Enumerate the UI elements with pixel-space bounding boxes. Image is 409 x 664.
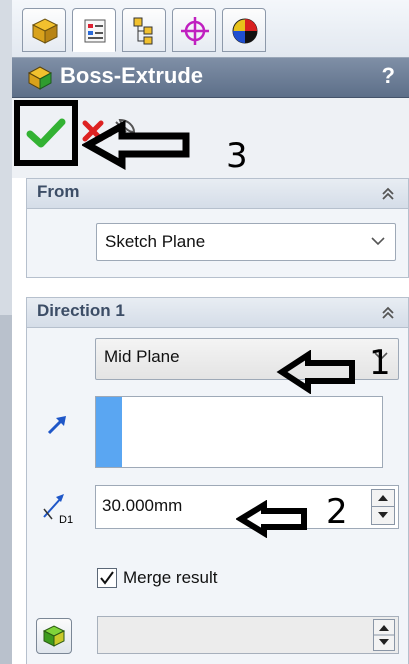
from-selected-value: Sketch Plane (105, 232, 206, 251)
property-manager-icon (84, 19, 106, 43)
checkmark-icon (100, 571, 114, 585)
crosshair-icon (181, 17, 209, 45)
featuremanager-tab[interactable] (22, 8, 66, 52)
triangle-up-icon (378, 495, 388, 501)
merge-result-label: Merge result (123, 568, 218, 587)
display-manager-tab[interactable] (222, 8, 266, 52)
scope-spin-buttons[interactable] (373, 619, 395, 651)
from-group-header[interactable]: From (27, 179, 408, 209)
spin-down-button[interactable] (372, 507, 394, 524)
depth-dimension-icon: D1 (43, 494, 73, 525)
check-icon (26, 118, 66, 148)
chevron-down-icon (371, 237, 385, 246)
manager-tab-bar (12, 0, 409, 58)
spin-up-button[interactable] (372, 490, 394, 507)
direction1-group-header[interactable]: Direction 1 (27, 298, 408, 328)
propertymanager-tab[interactable] (72, 8, 116, 52)
depth-spin-buttons[interactable] (371, 489, 395, 525)
configuration-icon (133, 17, 153, 45)
help-button[interactable]: ? (382, 63, 395, 89)
depth-value: 30.000mm (102, 496, 183, 515)
collapse-icon[interactable] (380, 305, 396, 321)
selection-highlight (96, 397, 122, 467)
end-condition-value: Mid Plane (104, 347, 180, 366)
spin-arrows-icon (374, 625, 394, 645)
annotation-number-1: 1 (369, 343, 391, 383)
dimxpert-tab[interactable] (172, 8, 216, 52)
feature-scope-button[interactable] (36, 618, 72, 654)
action-row (12, 98, 409, 178)
reverse-direction-icon[interactable] (46, 412, 70, 436)
depth-icon-label: D1 (59, 514, 73, 525)
feature-tree-icon (31, 18, 59, 44)
annotation-arrow-ok (82, 120, 190, 170)
left-edge-strip (0, 0, 12, 664)
from-group-title: From (37, 182, 80, 201)
collapse-icon[interactable] (380, 186, 396, 202)
annotation-arrow-end-condition (276, 350, 355, 394)
merge-result-checkbox[interactable] (97, 568, 117, 588)
annotation-arrow-depth (236, 500, 307, 538)
direction-reference-selection-box[interactable] (95, 396, 383, 468)
direction1-group-title: Direction 1 (37, 301, 125, 320)
scope-spinbox[interactable] (97, 616, 399, 654)
from-group: From Sketch Plane (26, 178, 409, 278)
feature-title: Boss-Extrude (60, 63, 204, 88)
solid-body-icon (42, 625, 66, 647)
from-start-condition-select[interactable]: Sketch Plane (96, 223, 396, 261)
boss-extrude-icon (27, 66, 53, 90)
annotation-number-3: 3 (226, 136, 248, 176)
configurationmanager-tab[interactable] (122, 8, 166, 52)
appearance-icon (232, 18, 258, 44)
propertymanager-title-bar: Boss-Extrude ? (12, 58, 409, 98)
triangle-down-icon (378, 512, 388, 518)
left-edge-shade (0, 315, 12, 664)
annotation-number-2: 2 (326, 492, 348, 532)
ok-button[interactable] (14, 100, 78, 166)
